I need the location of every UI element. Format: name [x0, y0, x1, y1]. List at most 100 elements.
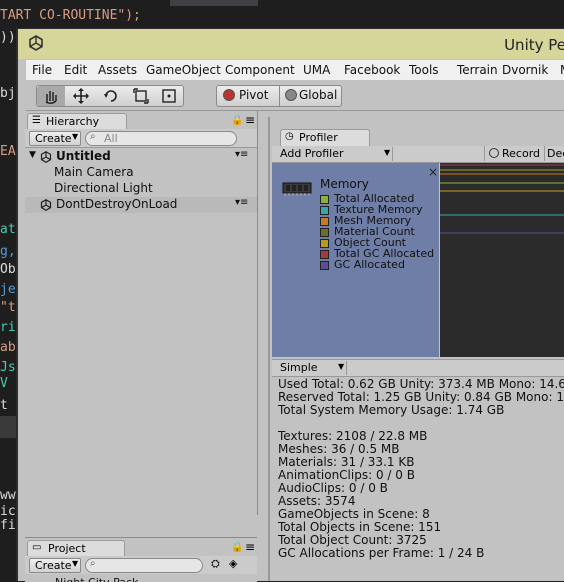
hand-tool-button[interactable]: [37, 86, 65, 106]
toolbar-divider: [279, 86, 280, 106]
legend-swatch: [320, 239, 329, 248]
tab-project[interactable]: ▭ Project: [27, 540, 125, 557]
window-title: Unity Pe: [504, 36, 564, 54]
search-placeholder: All: [104, 132, 118, 145]
code-line: )): [0, 30, 16, 45]
detail-toolbar: Simple ▼: [272, 359, 564, 377]
panel-menu-icon[interactable]: ≡: [245, 540, 255, 554]
legend-swatch: [320, 228, 329, 237]
menu-item[interactable]: Component: [225, 63, 295, 77]
profiler-tab-label: Profiler: [299, 131, 338, 144]
search-input[interactable]: ⌕ All: [85, 131, 237, 146]
menu-item[interactable]: Dvornik: [502, 63, 548, 77]
rotate-tool-button[interactable]: [97, 86, 125, 106]
transform-tools-group: [36, 85, 184, 107]
global-label: Global: [299, 88, 338, 102]
profiler-panel: ◷ Profiler Add Profiler ▼ Record Dee Mem…: [268, 117, 564, 581]
pivot-label: Pivot: [239, 88, 269, 102]
stat-line: Reserved Total: 1.25 GB Unity: 0.84 GB M…: [278, 390, 564, 404]
memory-graph[interactable]: [440, 163, 564, 357]
scene-row[interactable]: ▼ Untitled ▾≡: [25, 149, 257, 165]
code-line: t: [0, 398, 8, 413]
record-icon: [489, 148, 499, 158]
stat-line: Total Objects in Scene: 151: [278, 520, 442, 534]
deep-profile-button[interactable]: Dee: [544, 146, 564, 161]
stat-line: Total System Memory Usage: 1.74 GB: [278, 403, 505, 417]
code-line: at: [0, 222, 16, 237]
hierarchy-panel: ☰ Hierarchy 🔒 ≡ Create ▼ ⌕ All ▼ Untitle…: [25, 111, 258, 515]
code-line: je: [0, 282, 16, 297]
menu-bar: File Edit Assets GameObject Component UMA Face…: [26, 60, 564, 80]
scene-menu-icon[interactable]: ▾≡: [235, 149, 248, 160]
legend-label: GC Allocated: [334, 258, 405, 271]
add-profiler-dropdown[interactable]: Add Profiler ▼: [278, 147, 393, 161]
ddol-row[interactable]: DontDestroyOnLoad ▾≡: [25, 197, 257, 213]
memory-chip-icon: [282, 182, 312, 196]
menu-item[interactable]: Edit: [64, 63, 87, 77]
chevron-down-icon: ▼: [384, 148, 391, 157]
mode-dropdown[interactable]: Simple ▼: [278, 361, 347, 375]
lock-icon[interactable]: 🔒: [231, 542, 243, 553]
stat-line: Textures: 2108 / 22.8 MB: [278, 429, 428, 443]
code-line: TART CO-ROUTINE");: [0, 8, 141, 23]
code-line: V: [0, 376, 8, 391]
memory-stats: Used Total: 0.62 GB Unity: 373.4 MB Mono…: [272, 377, 564, 581]
code-line: ab: [0, 340, 16, 355]
memory-module[interactable]: Memory × Total Allocated Texture Memory Me…: [272, 163, 439, 357]
legend-swatch: [320, 206, 329, 215]
lock-icon[interactable]: 🔒: [231, 115, 243, 126]
create-button[interactable]: Create ▼: [29, 558, 81, 573]
pivot-icon: [223, 89, 235, 101]
project-search-input[interactable]: ⌕: [85, 558, 203, 573]
project-tab-label: Project: [48, 542, 86, 555]
tab-profiler[interactable]: ◷ Profiler: [280, 129, 370, 146]
move-icon: [73, 88, 89, 104]
stat-line: Assets: 3574: [278, 494, 356, 508]
legend-swatch: [320, 250, 329, 259]
unity-logo-icon: [29, 35, 43, 51]
menu-item[interactable]: File: [32, 63, 52, 77]
rect-tool-button[interactable]: [155, 86, 183, 106]
tab-hierarchy[interactable]: ☰ Hierarchy: [27, 113, 127, 130]
expand-arrow-icon[interactable]: ▼: [29, 150, 36, 160]
global-toggle[interactable]: Global: [283, 88, 341, 104]
menu-item[interactable]: GameObject: [146, 63, 221, 77]
pivot-toggle[interactable]: Pivot: [221, 88, 279, 104]
menu-item[interactable]: Assets: [98, 63, 137, 77]
toolbar: Pivot Global: [26, 80, 564, 111]
record-button[interactable]: Record: [484, 146, 543, 161]
unity-window: Unity Pe File Edit Assets GameObject Compone…: [16, 28, 564, 582]
profiler-tab-icon: ◷: [285, 131, 294, 142]
list-item[interactable]: Directional Light: [25, 181, 257, 197]
create-label: Create: [35, 132, 72, 145]
code-line: ww: [0, 488, 16, 503]
title-bar: Unity Pe: [18, 29, 564, 59]
ddol-label: DontDestroyOnLoad: [56, 197, 178, 211]
mode-label: Simple: [280, 361, 318, 374]
panel-menu-icon[interactable]: ≡: [245, 113, 255, 127]
menu-item[interactable]: UMA: [303, 63, 330, 77]
legend-swatch: [320, 195, 329, 204]
filter-label-icon[interactable]: ◈: [229, 557, 237, 570]
code-line: ri: [0, 320, 16, 335]
create-button[interactable]: Create ▼: [29, 131, 81, 146]
menu-item[interactable]: Facebook: [344, 63, 400, 77]
menu-item[interactable]: M: [560, 63, 564, 77]
scale-tool-button[interactable]: [127, 86, 155, 106]
list-item[interactable]: Main Camera: [25, 165, 257, 181]
rect-tool-icon: [162, 89, 176, 103]
filter-type-icon[interactable]: ⛭: [211, 557, 220, 571]
project-item[interactable]: Night City Pack: [55, 576, 138, 582]
project-panel: ▭ Project 🔒 ≡ Create ▼ ⌕ ⛭ ◈ Night City …: [25, 537, 257, 582]
menu-item[interactable]: Tools: [409, 63, 439, 77]
close-icon[interactable]: ×: [428, 165, 438, 179]
menu-item[interactable]: Terrain: [457, 63, 498, 77]
legend-swatch: [320, 217, 329, 226]
scene-menu-icon[interactable]: ▾≡: [235, 197, 248, 208]
hierarchy-tab-label: Hierarchy: [46, 115, 100, 128]
code-line: fi: [0, 518, 16, 533]
chevron-down-icon: ▼: [72, 132, 79, 141]
hierarchy-tab-icon: ☰: [32, 115, 41, 126]
move-tool-button[interactable]: [67, 86, 95, 106]
pivot-global-group: Pivot Global: [216, 85, 342, 107]
